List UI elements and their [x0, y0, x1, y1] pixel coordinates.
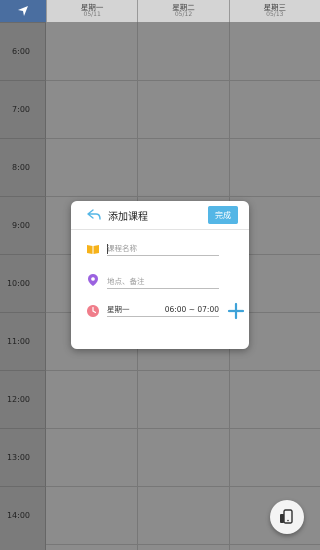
course-name-input[interactable]	[107, 242, 219, 256]
header-corner[interactable]	[0, 0, 46, 22]
fab-button[interactable]	[270, 500, 304, 534]
day-header-1: 星期一 05/11	[46, 0, 137, 22]
grid-hline	[46, 486, 320, 487]
day-name: 星期三	[263, 2, 287, 12]
time-label: 7:00	[0, 80, 46, 138]
class-time-selector[interactable]: 星期一 06:00 ~ 07:00	[107, 303, 219, 317]
time-label: 14:00	[0, 486, 46, 544]
location-note-input[interactable]	[107, 275, 219, 289]
dialog-header: 添加课程 完成	[71, 201, 249, 230]
done-button[interactable]: 完成	[208, 206, 238, 224]
grid-hline	[46, 428, 320, 429]
time-label: 6:00	[0, 22, 46, 80]
time-label: 10:00	[0, 254, 46, 312]
day-name: 星期一	[80, 2, 104, 12]
time-range-value: 06:00 ~ 07:00	[164, 305, 219, 314]
location-pin-icon	[88, 274, 98, 286]
day-date: 05/13	[266, 11, 284, 19]
switch-device-icon	[280, 509, 293, 524]
day-header-3: 星期三 05/13	[228, 0, 320, 22]
time-label: 12:00	[0, 370, 46, 428]
day-date: 05/11	[83, 11, 101, 19]
book-icon	[87, 245, 99, 254]
time-label: 13:00	[0, 428, 46, 486]
grid-hline	[46, 196, 320, 197]
dialog-title: 添加课程	[108, 212, 148, 223]
grid-hline	[46, 80, 320, 81]
plus-icon[interactable]	[226, 301, 246, 321]
clock-icon	[87, 305, 99, 317]
day-header-2: 星期二 05/12	[137, 0, 228, 22]
location-arrow-icon	[18, 6, 28, 16]
back-arrow-icon[interactable]	[87, 208, 101, 222]
grid-hline	[46, 370, 320, 371]
week-header: 星期一 05/11 星期二 05/12 星期三 05/13	[0, 0, 320, 22]
time-label: 11:00	[0, 312, 46, 370]
time-label: 9:00	[0, 196, 46, 254]
weekday-value: 星期一	[107, 305, 130, 314]
grid-hline	[46, 138, 320, 139]
day-date: 05/12	[174, 11, 193, 19]
time-column: 6:00 7:00 8:00 9:00 10:00 11:00 12:00 13…	[0, 22, 46, 550]
day-name: 星期二	[172, 2, 195, 12]
time-label: 8:00	[0, 138, 46, 196]
grid-hline	[46, 544, 320, 545]
add-course-dialog: 添加课程 完成 星期一 06:00 ~ 07:00	[71, 201, 249, 349]
